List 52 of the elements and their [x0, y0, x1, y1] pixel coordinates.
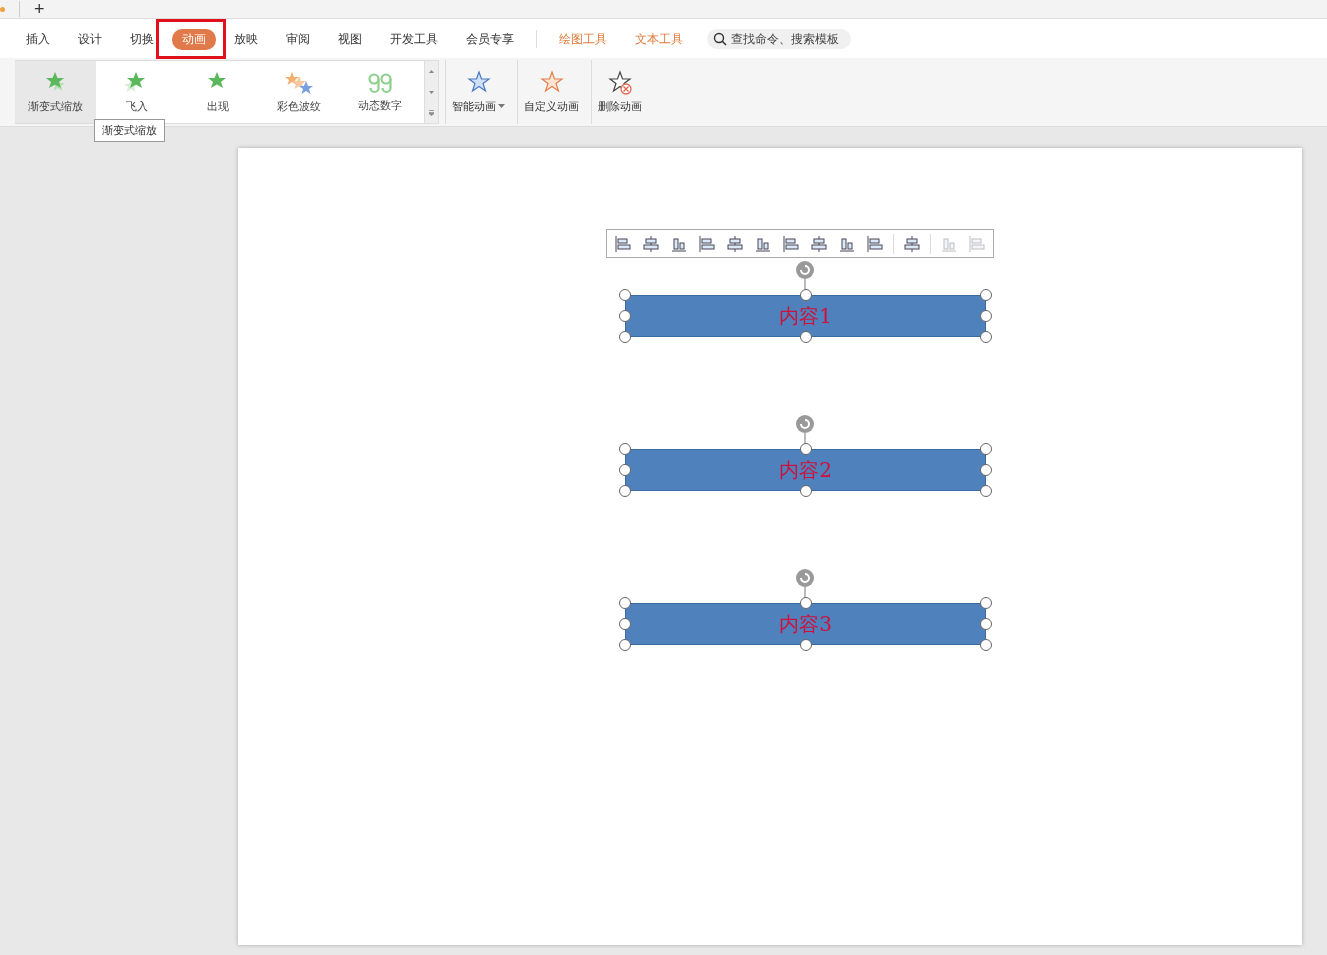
resize-handle[interactable] — [619, 443, 631, 455]
align-icon[interactable] — [809, 233, 829, 254]
resize-handle[interactable] — [980, 443, 992, 455]
tooltip: 渐变式缩放 — [94, 119, 165, 142]
animation-item[interactable]: 渐变式缩放 — [15, 61, 96, 123]
gallery-scrollbar[interactable] — [424, 61, 438, 123]
caret-icon — [498, 104, 505, 109]
rotate-handle[interactable] — [795, 261, 815, 291]
ribbon-button[interactable]: 自定义动画 — [518, 60, 585, 124]
rotate-handle[interactable] — [795, 569, 815, 599]
scroll-down-icon — [429, 90, 434, 94]
menu-tab[interactable]: 插入 — [16, 28, 60, 50]
window-dot — [0, 6, 5, 12]
highlight-frame — [156, 18, 226, 59]
align-icon[interactable] — [781, 233, 801, 254]
resize-handle[interactable] — [619, 464, 631, 476]
align-icon[interactable] — [613, 233, 633, 254]
resize-handle[interactable] — [980, 597, 992, 609]
rotate-handle[interactable] — [795, 415, 815, 445]
resize-handle[interactable] — [619, 639, 631, 651]
scroll-up-icon — [429, 69, 434, 73]
new-tab-button[interactable]: + — [19, 1, 59, 17]
menu-tab[interactable]: 切换 — [120, 28, 164, 50]
resize-handle[interactable] — [980, 639, 992, 651]
search-field[interactable]: 查找命令、搜索模板 — [707, 28, 851, 49]
align-icon[interactable] — [865, 233, 885, 254]
align-icon[interactable] — [725, 233, 745, 254]
resize-handle[interactable] — [619, 331, 631, 343]
menu-tab[interactable]: 开发工具 — [380, 28, 448, 50]
resize-handle[interactable] — [619, 597, 631, 609]
menu-tab[interactable]: 放映 — [224, 28, 268, 50]
resize-handle[interactable] — [619, 310, 631, 322]
menu-tab[interactable]: 审阅 — [276, 28, 320, 50]
resize-handle[interactable] — [619, 618, 631, 630]
resize-handle[interactable] — [980, 289, 992, 301]
resize-handle[interactable] — [619, 289, 631, 301]
menu-tab[interactable]: 视图 — [328, 28, 372, 50]
align-icon[interactable] — [641, 233, 661, 254]
star-delete-icon — [607, 70, 633, 96]
menu-tab[interactable]: 会员专享 — [456, 28, 524, 50]
resize-handle[interactable] — [619, 485, 631, 497]
align-icon[interactable] — [902, 233, 922, 254]
menu-tab[interactable]: 设计 — [68, 28, 112, 50]
ribbon-button[interactable]: 智能动画 — [446, 60, 511, 124]
expand-icon — [429, 109, 434, 116]
number-icon — [366, 71, 393, 94]
stars-icon — [284, 70, 313, 95]
resize-handle[interactable] — [980, 485, 992, 497]
ribbon-button[interactable]: 删除动画 — [592, 60, 648, 124]
search-icon — [713, 31, 727, 46]
resize-handle[interactable] — [980, 331, 992, 343]
align-icon[interactable] — [697, 233, 717, 254]
